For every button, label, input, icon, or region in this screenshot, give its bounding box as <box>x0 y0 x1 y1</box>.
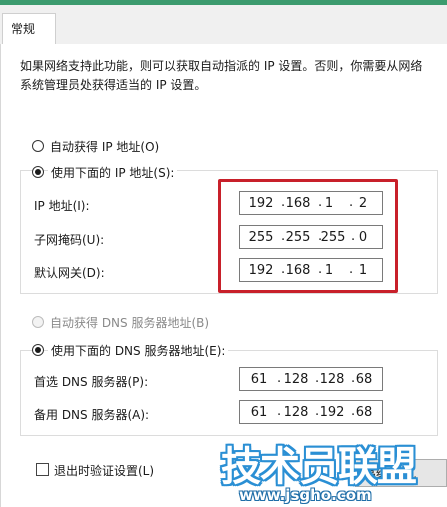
ip-manual-radio[interactable] <box>32 166 44 178</box>
alternate-dns-octet-3: 192 <box>319 405 345 420</box>
alternate-dns-field[interactable]: 61 . 128 . 192 . 68 <box>239 400 383 424</box>
description-text: 如果网络支持此功能，则可以获取自动指派的 IP 设置。否则，你需要从网络系统管理… <box>20 59 423 92</box>
alternate-dns-octet-2: 128 <box>283 405 309 420</box>
subnet-mask-label: 子网掩码(U): <box>34 233 105 247</box>
watermark-url: www.jsgho.com <box>239 486 372 504</box>
preferred-dns-octet-1: 61 <box>250 372 268 387</box>
ip-auto-label: 自动获得 IP 地址(O) <box>50 140 160 154</box>
ip-manual-label: 使用下面的 IP 地址(S): <box>48 164 178 181</box>
validate-on-exit-checkbox[interactable] <box>36 463 49 476</box>
ip-address-label: IP 地址(I): <box>34 199 90 213</box>
tab-bar: 常规 <box>0 5 447 46</box>
preferred-dns-octet-3: 128 <box>319 372 345 387</box>
alternate-dns-octet-4: 68 <box>355 405 373 420</box>
watermark-logo: 技术员联盟 www.jsgho.com <box>221 434 447 507</box>
alternate-dns-label: 备用 DNS 服务器(A): <box>34 408 150 422</box>
validate-on-exit-label: 退出时验证设置(L) <box>54 464 155 478</box>
dns-manual-label: 使用下面的 DNS 服务器地址(E): <box>48 342 229 359</box>
dns-auto-radio[interactable] <box>32 316 44 328</box>
dns-manual-radio[interactable] <box>32 344 44 356</box>
preferred-dns-octet-4: 68 <box>355 372 373 387</box>
alternate-dns-octet-1: 61 <box>250 405 268 420</box>
preferred-dns-octet-2: 128 <box>283 372 309 387</box>
tab-general[interactable]: 常规 <box>2 13 56 46</box>
dns-auto-label: 自动获得 DNS 服务器地址(B) <box>50 316 210 330</box>
preferred-dns-field[interactable]: 61 . 128 . 128 . 68 <box>239 367 383 391</box>
watermark-text: 技术员联盟 <box>221 444 417 490</box>
default-gateway-label: 默认网关(D): <box>34 266 105 280</box>
highlight-box <box>218 179 398 293</box>
preferred-dns-label: 首选 DNS 服务器(P): <box>34 375 149 389</box>
ip-auto-radio[interactable] <box>32 140 44 152</box>
